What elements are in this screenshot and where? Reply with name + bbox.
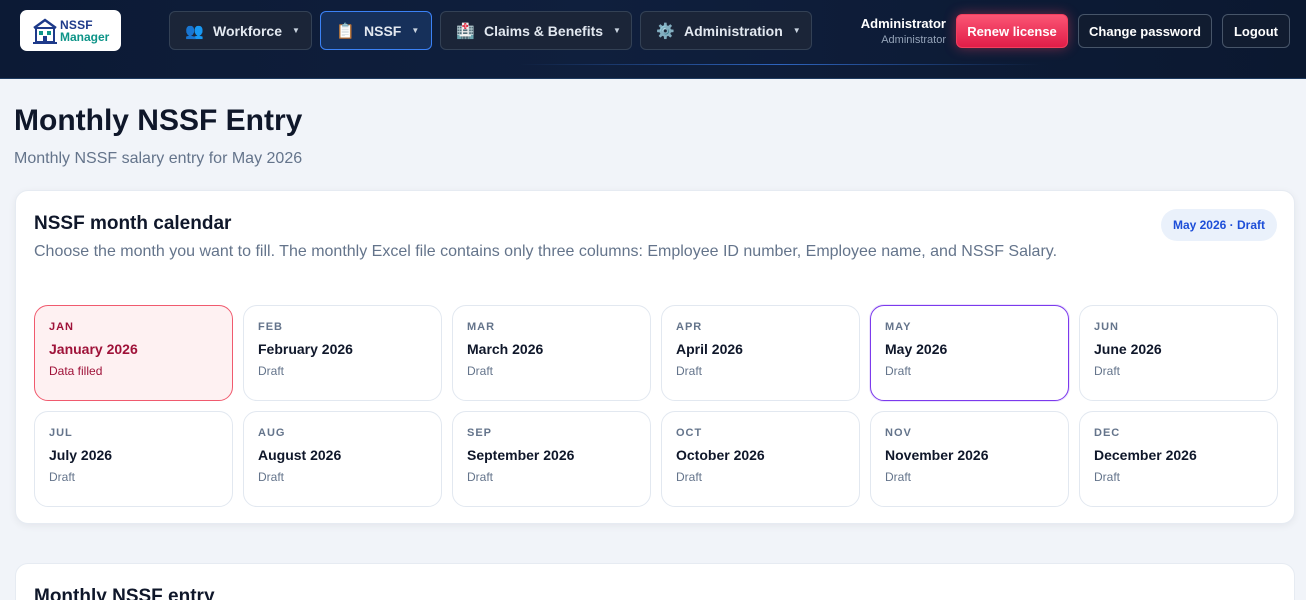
current-user: Administrator Administrator xyxy=(861,16,946,46)
month-status: Draft xyxy=(258,470,285,484)
renew-license-button[interactable]: Renew license xyxy=(956,14,1068,48)
month-name: May 2026 xyxy=(885,341,948,357)
month-status: Data filled xyxy=(49,364,103,378)
logo-line-1: NSSF xyxy=(60,17,93,32)
nav-workforce-label: Workforce xyxy=(213,22,282,39)
month-name: October 2026 xyxy=(676,447,765,463)
month-name: June 2026 xyxy=(1094,341,1162,357)
calendar-title: NSSF month calendar xyxy=(34,213,232,234)
month-card-july[interactable]: JUL July 2026 Draft xyxy=(34,411,233,507)
entry-section-title: Monthly NSSF entry xyxy=(34,586,215,600)
app-logo[interactable]: NSSF Manager xyxy=(20,10,121,51)
month-abbr: DEC xyxy=(1094,427,1121,439)
month-card-may[interactable]: MAY May 2026 Draft xyxy=(870,305,1069,401)
month-status: Draft xyxy=(49,470,76,484)
month-name: March 2026 xyxy=(467,341,544,357)
month-card-august[interactable]: AUG August 2026 Draft xyxy=(243,411,442,507)
month-abbr: OCT xyxy=(676,427,703,439)
month-name: February 2026 xyxy=(258,341,353,357)
month-card-april[interactable]: APR April 2026 Draft xyxy=(661,305,860,401)
chevron-down-icon: ▼ xyxy=(291,26,300,35)
nav-administration-label: Administration xyxy=(684,22,783,39)
top-navigation-bar: NSSF Manager 👥 Workforce ▼ 📋 NSSF ▼ 🏥 Cl… xyxy=(0,0,1306,79)
month-card-june[interactable]: JUN June 2026 Draft xyxy=(1079,305,1278,401)
month-card-march[interactable]: MAR March 2026 Draft xyxy=(452,305,651,401)
nav-claims-benefits-label: Claims & Benefits xyxy=(484,22,604,39)
month-abbr: SEP xyxy=(467,427,493,439)
month-status: Draft xyxy=(1094,470,1121,484)
nssf-month-calendar-card: NSSF month calendar Choose the month you… xyxy=(15,190,1295,524)
page-title: Monthly NSSF Entry xyxy=(14,104,303,137)
chevron-down-icon: ▼ xyxy=(411,26,420,35)
month-abbr: MAY xyxy=(885,321,912,333)
month-abbr: AUG xyxy=(258,427,286,439)
app-logo-text: NSSF Manager xyxy=(60,19,109,43)
user-name: Administrator xyxy=(860,16,946,31)
clipboard-icon: 📋 xyxy=(336,22,355,40)
page-subtitle: Monthly NSSF salary entry for May 2026 xyxy=(14,150,303,167)
month-status: Draft xyxy=(467,364,494,378)
month-abbr: NOV xyxy=(885,427,912,439)
month-status: Draft xyxy=(885,364,912,378)
month-card-november[interactable]: NOV November 2026 Draft xyxy=(870,411,1069,507)
user-role: Administrator xyxy=(881,34,946,46)
month-card-september[interactable]: SEP September 2026 Draft xyxy=(452,411,651,507)
month-name: January 2026 xyxy=(49,341,138,357)
month-card-february[interactable]: FEB February 2026 Draft xyxy=(243,305,442,401)
month-name: September 2026 xyxy=(467,447,575,463)
month-status: Draft xyxy=(885,470,912,484)
month-abbr: JUN xyxy=(1094,321,1120,333)
calendar-description: Choose the month you want to fill. The m… xyxy=(34,243,1058,260)
chevron-down-icon: ▼ xyxy=(792,26,801,35)
month-abbr: JAN xyxy=(49,321,75,333)
logo-line-2: Manager xyxy=(60,29,110,44)
month-abbr: JUL xyxy=(49,427,73,439)
change-password-button[interactable]: Change password xyxy=(1078,14,1212,48)
month-card-october[interactable]: OCT October 2026 Draft xyxy=(661,411,860,507)
month-status: Draft xyxy=(676,364,703,378)
chevron-down-icon: ▼ xyxy=(613,26,621,35)
nav-nssf-label: NSSF xyxy=(364,22,402,39)
nav-administration-dropdown[interactable]: ⚙️ Administration ▼ xyxy=(640,11,812,50)
people-icon: 👥 xyxy=(185,22,204,40)
nav-workforce-dropdown[interactable]: 👥 Workforce ▼ xyxy=(169,11,312,50)
month-abbr: FEB xyxy=(258,321,283,333)
month-name: December 2026 xyxy=(1094,447,1197,463)
nav-claims-benefits-dropdown[interactable]: 🏥 Claims & Benefits ▼ xyxy=(440,11,632,50)
month-status: Draft xyxy=(676,470,703,484)
gear-icon: ⚙️ xyxy=(656,22,675,40)
month-grid: JAN January 2026 Data filled FEB Februar… xyxy=(34,305,1278,507)
building-logo-icon xyxy=(33,18,57,44)
month-status: Draft xyxy=(258,364,285,378)
month-card-january[interactable]: JAN January 2026 Data filled xyxy=(34,305,233,401)
month-status: Draft xyxy=(467,470,494,484)
month-name: August 2026 xyxy=(258,447,342,463)
month-abbr: APR xyxy=(676,321,703,333)
month-abbr: MAR xyxy=(467,321,496,333)
logout-button[interactable]: Logout xyxy=(1222,14,1290,48)
month-name: April 2026 xyxy=(676,341,743,357)
month-name: July 2026 xyxy=(49,447,113,463)
month-card-december[interactable]: DEC December 2026 Draft xyxy=(1079,411,1278,507)
month-name: November 2026 xyxy=(885,447,989,463)
month-status: Draft xyxy=(1094,364,1121,378)
nav-nssf-dropdown[interactable]: 📋 NSSF ▼ xyxy=(320,11,432,50)
hospital-icon: 🏥 xyxy=(456,22,475,40)
status-badge: May 2026 · Draft xyxy=(1160,209,1277,241)
monthly-nssf-entry-card: Monthly NSSF entry xyxy=(15,563,1295,600)
